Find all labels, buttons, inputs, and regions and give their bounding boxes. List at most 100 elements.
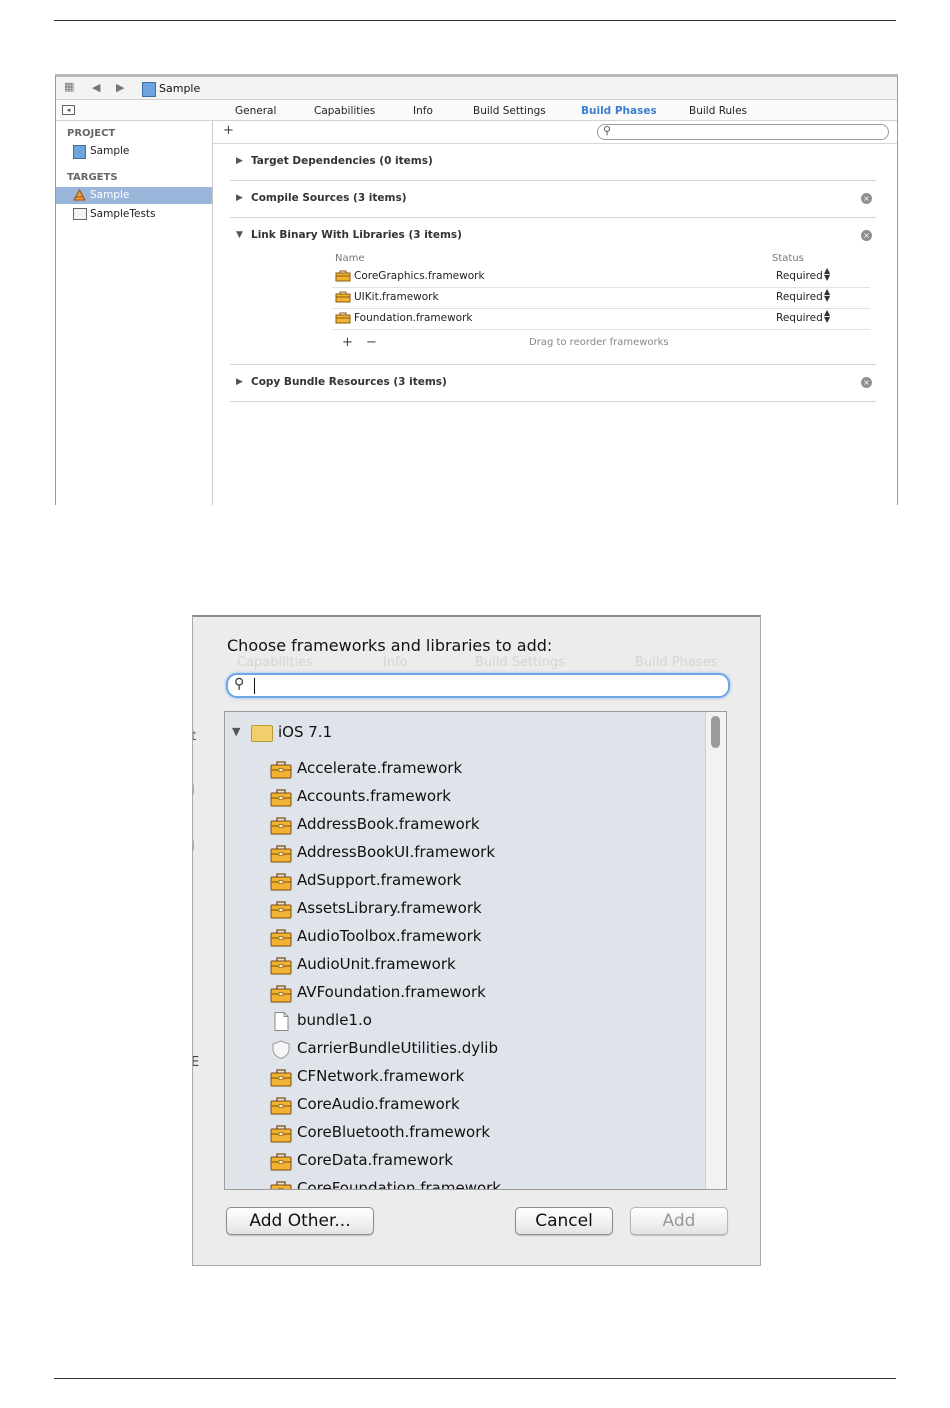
list-item[interactable]: AssetsLibrary.framework xyxy=(225,896,695,924)
table-row[interactable]: Foundation.framework Required ▲ ▼ xyxy=(332,309,870,330)
ghost-letter: t xyxy=(193,729,196,744)
group-ios-sdk[interactable]: ▼ iOS 7.1 xyxy=(225,722,695,746)
sidebar-item-label: Sample xyxy=(90,189,130,201)
list-item[interactable]: CoreAudio.framework xyxy=(225,1092,695,1120)
list-item-label: CoreFoundation.framework xyxy=(297,1179,501,1190)
scrollbar-thumb[interactable] xyxy=(711,716,720,748)
sidebar-toggle-icon[interactable]: ◂ xyxy=(62,105,75,115)
disclosure-collapsed-icon[interactable]: ▶ xyxy=(236,377,243,387)
ghost-tab: Build Phases xyxy=(635,655,718,670)
library-name: UIKit.framework xyxy=(354,291,439,303)
sidebar-item-project-sample[interactable]: Sample xyxy=(56,143,212,160)
list-item-label: AVFoundation.framework xyxy=(297,983,486,1001)
status-stepper-icon[interactable]: ▲ ▼ xyxy=(824,309,830,324)
framework-toolbox-icon xyxy=(270,760,292,779)
framework-toolbox-icon xyxy=(270,1096,292,1115)
grid-icon[interactable]: ▦ xyxy=(64,80,74,93)
framework-toolbox-icon xyxy=(270,928,292,947)
phase-compile-sources[interactable]: ▶ Compile Sources (3 items) × xyxy=(230,192,876,218)
tab-build-settings[interactable]: Build Settings xyxy=(473,105,546,117)
list-item-label: AssetsLibrary.framework xyxy=(297,899,482,917)
sidebar-item-label: SampleTests xyxy=(90,208,156,220)
tab-capabilities[interactable]: Capabilities xyxy=(314,105,375,117)
library-status[interactable]: Required xyxy=(776,270,823,282)
framework-toolbox-icon xyxy=(270,872,292,891)
tab-build-phases[interactable]: Build Phases xyxy=(581,105,657,117)
list-scrollbar[interactable] xyxy=(705,712,726,1189)
table-row[interactable]: UIKit.framework Required ▲ ▼ xyxy=(332,288,870,309)
document-icon xyxy=(270,1012,292,1031)
remove-library-button[interactable]: − xyxy=(366,335,377,350)
cancel-button[interactable]: Cancel xyxy=(515,1207,613,1235)
add-build-phase-button[interactable]: + xyxy=(223,123,234,138)
list-item[interactable]: AdSupport.framework xyxy=(225,868,695,896)
back-arrow-icon[interactable]: ◀ xyxy=(92,81,100,94)
library-status[interactable]: Required xyxy=(776,291,823,303)
disclosure-expanded-icon[interactable]: ▼ xyxy=(232,725,240,738)
list-item-label: AudioToolbox.framework xyxy=(297,927,482,945)
tab-build-rules[interactable]: Build Rules xyxy=(689,105,747,117)
list-item[interactable]: bundle1.o xyxy=(225,1008,695,1036)
group-label: iOS 7.1 xyxy=(278,723,333,741)
phase-copy-bundle-resources[interactable]: ▶ Copy Bundle Resources (3 items) × xyxy=(230,376,876,402)
page-top-rule xyxy=(54,20,896,21)
list-item[interactable]: Accelerate.framework xyxy=(225,756,695,784)
status-stepper-icon[interactable]: ▲ ▼ xyxy=(824,267,830,282)
ghost-letter: E xyxy=(193,1055,199,1070)
framework-search-input[interactable]: ⚲ xyxy=(226,673,730,698)
reorder-hint: Drag to reorder frameworks xyxy=(529,337,669,348)
delete-phase-icon[interactable]: × xyxy=(861,193,872,204)
list-item-label: Accelerate.framework xyxy=(297,759,463,777)
disclosure-collapsed-icon[interactable]: ▶ xyxy=(236,193,243,203)
phase-target-dependencies[interactable]: ▶ Target Dependencies (0 items) xyxy=(230,155,876,181)
list-item[interactable]: AudioToolbox.framework xyxy=(225,924,695,952)
list-item[interactable]: CarrierBundleUtilities.dylib xyxy=(225,1036,695,1064)
shield-icon xyxy=(270,1040,292,1060)
xcode-project-editor: ▦ ◀ ▶ Sample ◂ General Capabilities Info… xyxy=(55,74,898,505)
table-row[interactable]: CoreGraphics.framework Required ▲ ▼ xyxy=(332,267,870,288)
list-item[interactable]: AVFoundation.framework xyxy=(225,980,695,1008)
project-file-icon xyxy=(142,82,156,97)
sidebar-item-target-sampletests[interactable]: SampleTests xyxy=(56,206,212,223)
framework-toolbox-icon xyxy=(270,900,292,919)
project-navigator-sidebar: PROJECT Sample TARGETS Sample SampleTest… xyxy=(56,121,213,505)
build-phases-search-field[interactable]: ⚲ xyxy=(597,124,889,140)
list-item[interactable]: CoreBluetooth.framework xyxy=(225,1120,695,1148)
list-item[interactable]: CoreFoundation.framework xyxy=(225,1176,695,1190)
add-library-button[interactable]: + xyxy=(342,335,353,350)
list-item-label: AudioUnit.framework xyxy=(297,955,456,973)
add-button[interactable]: Add xyxy=(630,1207,728,1235)
list-item[interactable]: AddressBookUI.framework xyxy=(225,840,695,868)
list-item[interactable]: CoreData.framework xyxy=(225,1148,695,1176)
list-item[interactable]: Accounts.framework xyxy=(225,784,695,812)
framework-list[interactable]: ▼ iOS 7.1 Accelerate.framework Accounts.f… xyxy=(224,711,727,1190)
framework-toolbox-icon xyxy=(335,291,351,303)
column-header-status[interactable]: Status xyxy=(772,253,804,264)
list-item-label: CarrierBundleUtilities.dylib xyxy=(297,1039,498,1057)
library-status[interactable]: Required xyxy=(776,312,823,324)
framework-toolbox-icon xyxy=(270,1152,292,1171)
build-phases-toolbar: + ⚲ xyxy=(213,121,897,144)
sidebar-item-target-sample[interactable]: Sample xyxy=(56,187,212,204)
forward-arrow-icon[interactable]: ▶ xyxy=(116,81,124,94)
tab-info[interactable]: Info xyxy=(413,105,433,117)
column-header-name[interactable]: Name xyxy=(335,253,365,264)
list-item[interactable]: AudioUnit.framework xyxy=(225,952,695,980)
disclosure-collapsed-icon[interactable]: ▶ xyxy=(236,156,243,166)
status-stepper-icon[interactable]: ▲ ▼ xyxy=(824,288,830,303)
add-other-button[interactable]: Add Other... xyxy=(226,1207,374,1235)
disclosure-expanded-icon[interactable]: ▼ xyxy=(236,230,243,240)
delete-phase-icon[interactable]: × xyxy=(861,377,872,388)
list-item-label: AdSupport.framework xyxy=(297,871,462,889)
tab-general[interactable]: General xyxy=(235,105,276,117)
ghost-letter: i xyxy=(193,783,195,798)
framework-toolbox-icon xyxy=(270,956,292,975)
delete-phase-icon[interactable]: × xyxy=(861,230,872,241)
list-item-label: CFNetwork.framework xyxy=(297,1067,465,1085)
jump-bar-title[interactable]: Sample xyxy=(159,82,200,95)
framework-toolbox-icon xyxy=(270,1068,292,1087)
list-item[interactable]: CFNetwork.framework xyxy=(225,1064,695,1092)
list-item[interactable]: AddressBook.framework xyxy=(225,812,695,840)
ghost-tab: Info xyxy=(383,655,408,670)
list-item-label: Accounts.framework xyxy=(297,787,451,805)
